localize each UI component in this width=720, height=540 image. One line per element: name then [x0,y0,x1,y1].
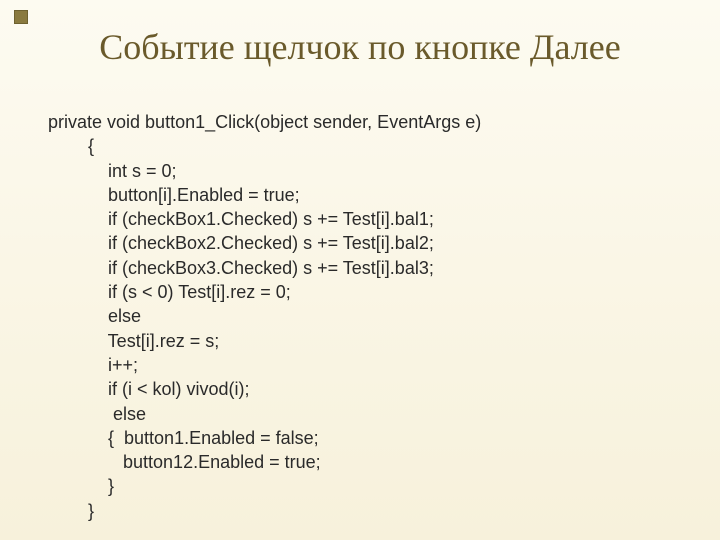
slide: Событие щелчок по кнопке Далее private v… [0,0,720,540]
accent-square-icon [14,10,28,24]
code-block: private void button1_Click(object sender… [48,110,680,523]
slide-title: Событие щелчок по кнопке Далее [0,26,720,68]
